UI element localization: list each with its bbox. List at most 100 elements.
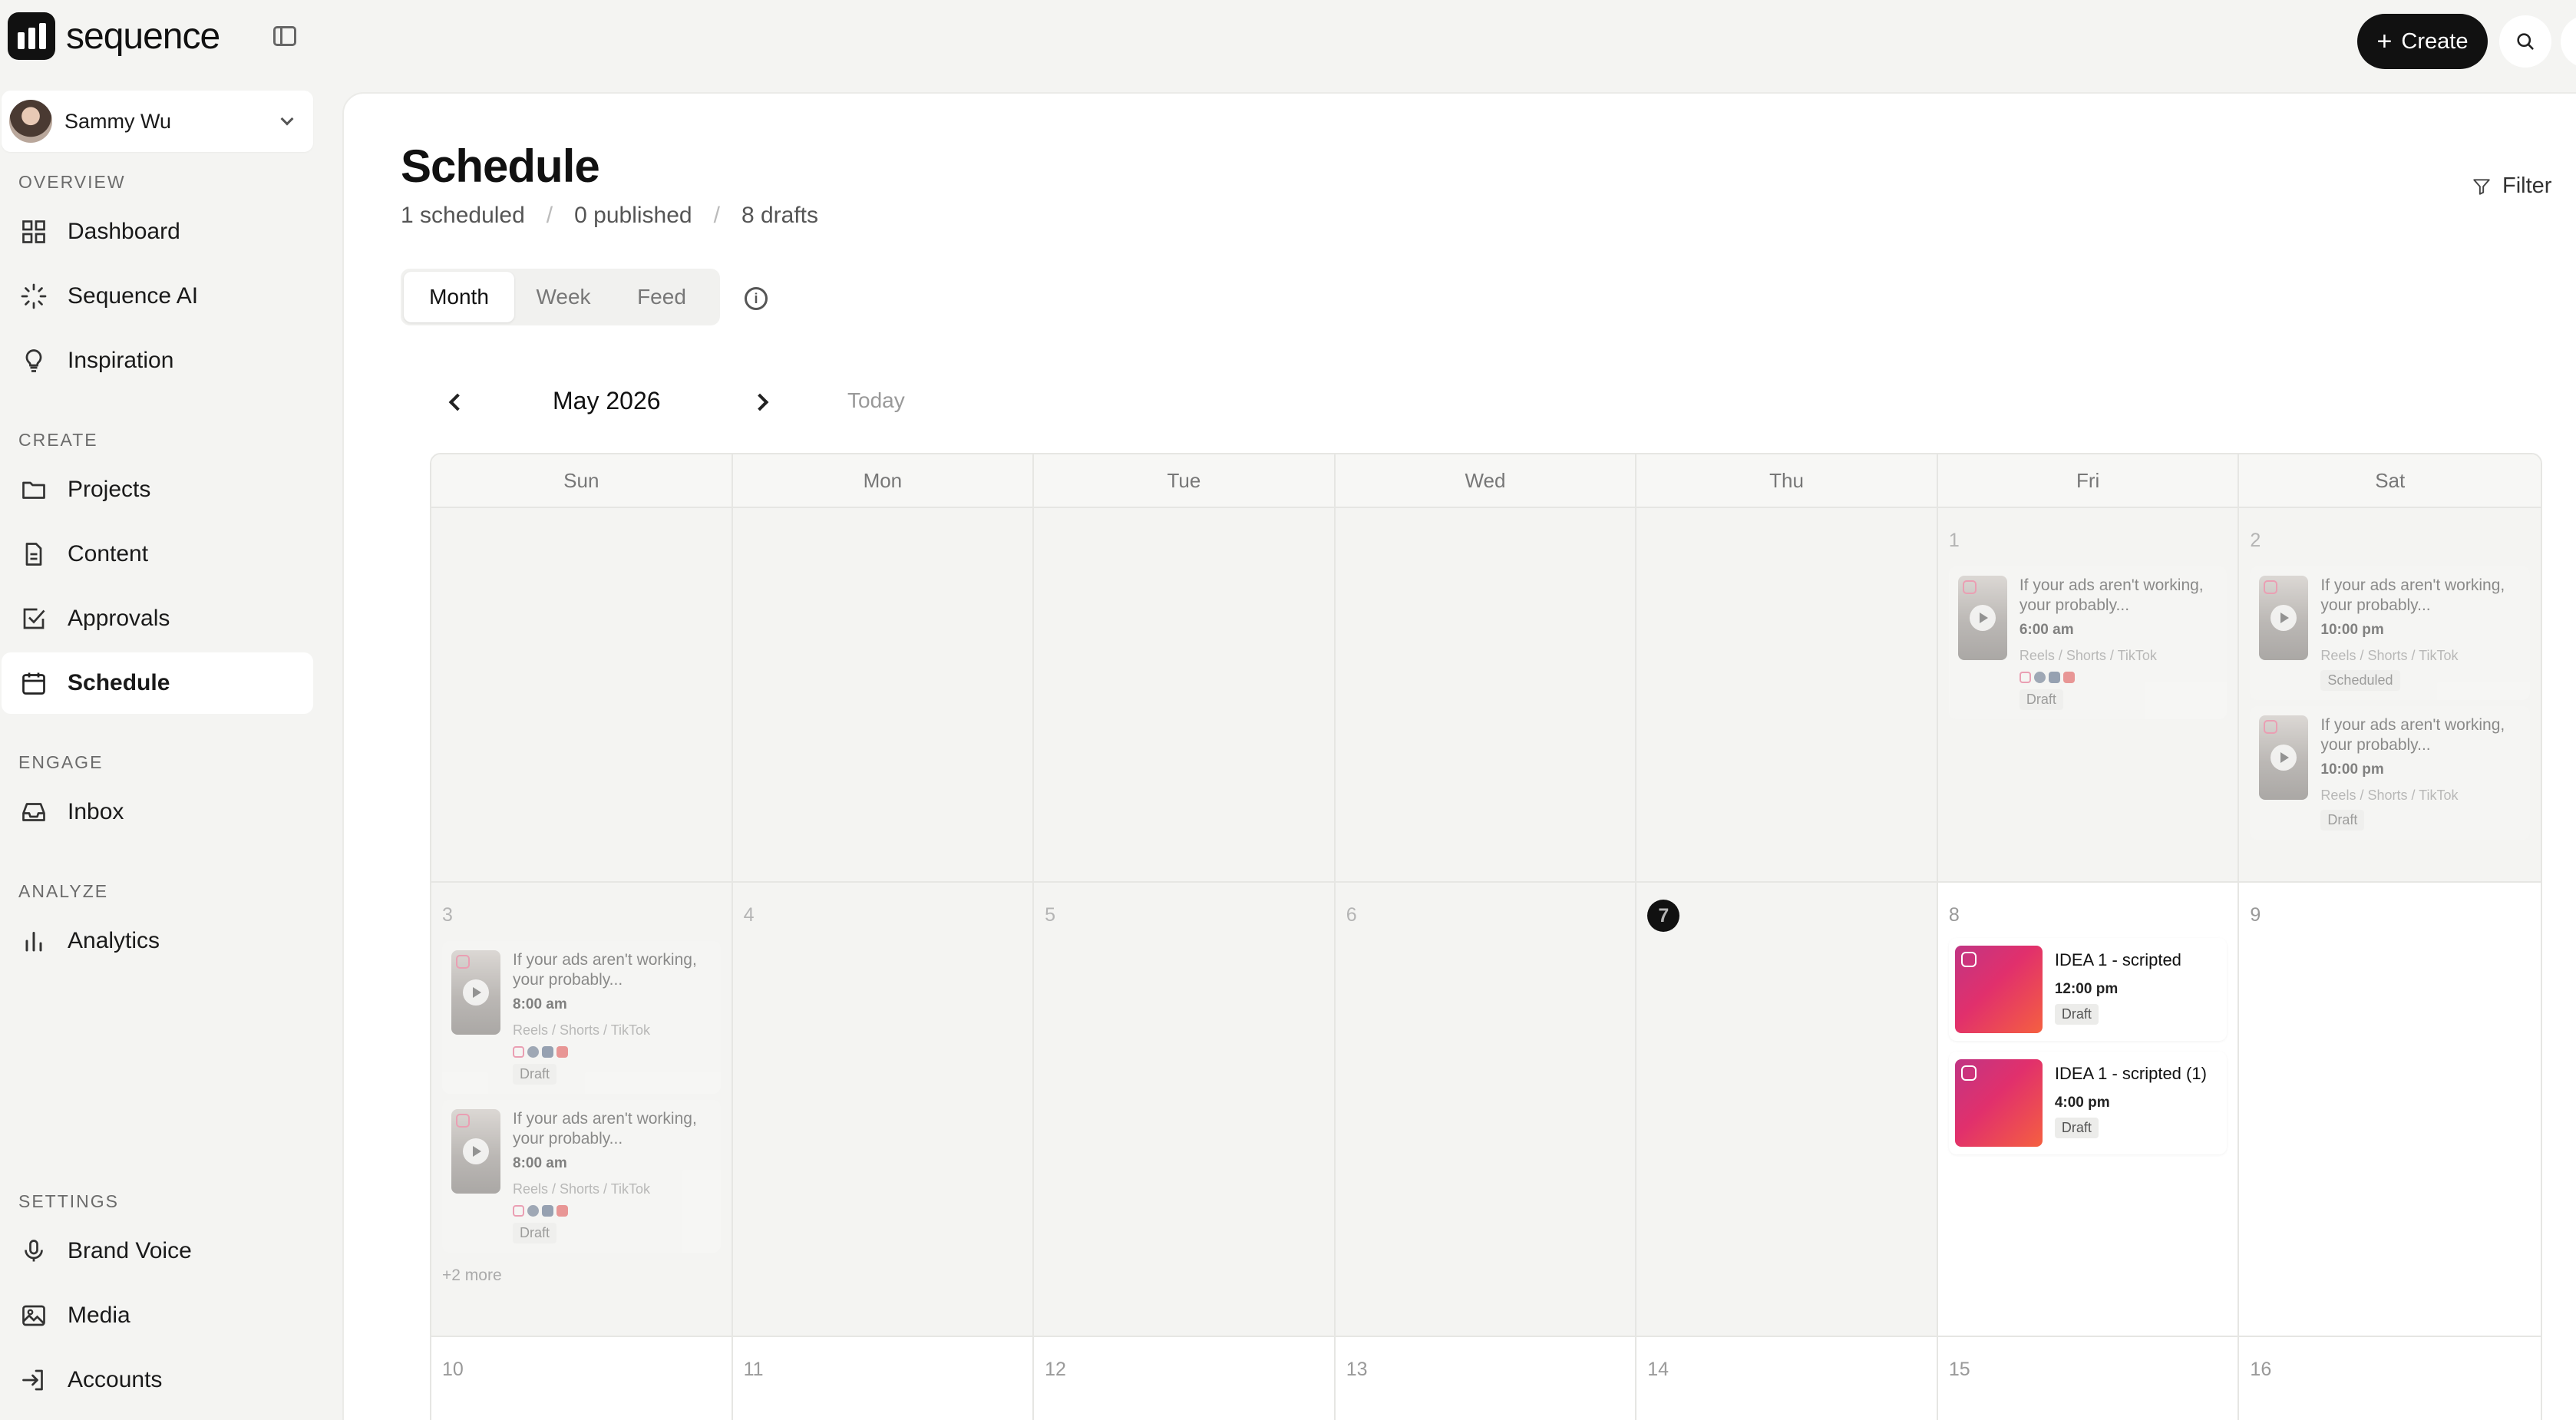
idea-thumbnail xyxy=(1954,1059,2043,1147)
stats-divider: / xyxy=(713,203,720,228)
calendar-day[interactable]: 1 If your ads aren't working, your proba… xyxy=(1937,508,2240,881)
prev-month-icon[interactable] xyxy=(448,393,467,411)
calendar-day[interactable]: 9 xyxy=(2239,883,2541,1336)
idea-title: IDEA 1 - scripted (1) xyxy=(2054,1064,2207,1083)
sidebar-item-schedule[interactable]: Schedule xyxy=(2,652,313,714)
sidebar-item-projects[interactable]: Projects xyxy=(2,459,313,520)
post-title: If your ads aren't working, your probabl… xyxy=(2320,716,2505,754)
sidebar-item-inbox[interactable]: Inbox xyxy=(2,781,313,843)
post-card[interactable]: If your ads aren't working, your probabl… xyxy=(442,1100,721,1253)
sidebar-item-brand-voice[interactable]: Brand Voice xyxy=(2,1220,313,1282)
calendar-day[interactable]: 12 xyxy=(1034,1337,1336,1420)
youtube-icon xyxy=(2062,672,2075,683)
play-icon xyxy=(2271,605,2297,631)
checkbox-icon xyxy=(23,608,45,629)
app-logo[interactable]: sequence xyxy=(8,12,220,60)
post-title: If your ads aren't working, your probabl… xyxy=(2320,576,2505,614)
day-number: 4 xyxy=(743,904,755,926)
tab-week[interactable]: Week xyxy=(514,272,613,322)
create-button[interactable]: + Create xyxy=(2357,14,2488,69)
video-thumbnail xyxy=(451,950,500,1035)
today-button[interactable]: Today xyxy=(847,388,905,413)
sidebar-item-label: Sequence AI xyxy=(68,283,199,309)
post-card[interactable]: If your ads aren't working, your probabl… xyxy=(2250,566,2530,700)
post-card[interactable]: If your ads aren't working, your probabl… xyxy=(1948,566,2228,719)
post-card[interactable]: If your ads aren't working, your probabl… xyxy=(442,941,721,1094)
weekday-label: Wed xyxy=(1336,454,1637,507)
sidebar-item-label: Schedule xyxy=(68,670,170,695)
tab-month[interactable]: Month xyxy=(404,272,514,322)
search-button[interactable] xyxy=(2499,15,2551,68)
idea-card[interactable]: IDEA 1 - scripted (1) 4:00 pm Draft xyxy=(1948,1052,2228,1154)
status-badge: Draft xyxy=(513,1064,557,1085)
sidebar-item-approvals[interactable]: Approvals xyxy=(2,588,313,649)
calendar-day-empty xyxy=(1034,508,1336,881)
calendar-day[interactable]: 11 xyxy=(733,1337,1035,1420)
sidebar-item-content[interactable]: Content xyxy=(2,523,313,585)
month-label: May 2026 xyxy=(553,387,661,414)
post-types: Reels / Shorts / TikTok xyxy=(2320,788,2459,803)
document-icon xyxy=(25,543,42,566)
calendar-day[interactable]: 8 IDEA 1 - scripted 12:00 pm Draft IDEA … xyxy=(1938,883,2240,1336)
youtube-icon xyxy=(556,1205,568,1217)
sidebar-item-label: Media xyxy=(68,1303,130,1328)
status-badge: Draft xyxy=(2054,1118,2099,1138)
grid-icon xyxy=(22,220,45,243)
instagram-icon xyxy=(456,1114,470,1128)
more-posts-link[interactable]: +2 more xyxy=(442,1266,721,1285)
calendar-day[interactable]: 2 If your ads aren't working, your proba… xyxy=(2239,508,2541,881)
sidebar-item-inspiration[interactable]: Inspiration xyxy=(2,330,313,391)
user-switcher[interactable]: Sammy Wu xyxy=(2,91,313,152)
sidebar-item-label: Content xyxy=(68,541,149,566)
sidebar-item-label: Brand Voice xyxy=(68,1238,192,1263)
inbox-icon xyxy=(22,803,45,821)
calendar-day[interactable]: 3 If your ads aren't working, your proba… xyxy=(431,883,733,1336)
sidebar-item-dashboard[interactable]: Dashboard xyxy=(2,201,313,263)
day-number: 6 xyxy=(1346,904,1357,926)
calendar-day[interactable]: 6 xyxy=(1335,883,1637,1336)
calendar-day[interactable]: 13 xyxy=(1336,1337,1637,1420)
post-card[interactable]: If your ads aren't working, your probabl… xyxy=(2250,706,2530,840)
calendar-day[interactable]: 4 xyxy=(732,883,1035,1336)
filter-button[interactable]: Filter xyxy=(2472,173,2551,199)
folder-icon xyxy=(22,481,45,499)
status-badge: Draft xyxy=(2320,810,2365,831)
sidebar-item-label: Dashboard xyxy=(68,219,180,244)
status-badge: Draft xyxy=(2019,689,2063,710)
calendar-day[interactable]: 14 xyxy=(1636,1337,1938,1420)
network-icons xyxy=(2019,672,2218,683)
video-thumbnail xyxy=(2259,715,2309,800)
sidebar-item-media[interactable]: Media xyxy=(2,1285,313,1346)
image-icon xyxy=(22,1305,45,1326)
linkedin-icon xyxy=(2048,672,2060,683)
scheduled-count: 1 scheduled xyxy=(401,203,525,228)
linkedin-icon xyxy=(542,1046,553,1058)
info-icon[interactable]: i xyxy=(745,287,768,310)
status-badge: Draft xyxy=(2054,1004,2099,1025)
facebook-icon xyxy=(527,1205,539,1217)
next-month-icon[interactable] xyxy=(751,393,769,411)
published-count: 0 published xyxy=(574,203,692,228)
calendar-day[interactable]: 5 xyxy=(1034,883,1336,1336)
sidebar-item-accounts[interactable]: Accounts xyxy=(2,1349,313,1411)
post-types: Reels / Shorts / TikTok xyxy=(513,1181,651,1197)
more-button[interactable] xyxy=(2561,15,2576,68)
day-number: 1 xyxy=(1948,530,1960,551)
calendar-day[interactable]: 15 xyxy=(1938,1337,2240,1420)
calendar-day-empty xyxy=(1335,508,1637,881)
calendar-day[interactable]: 16 xyxy=(2239,1337,2541,1420)
facebook-icon xyxy=(527,1046,539,1058)
calendar-day-today[interactable]: 7 xyxy=(1636,883,1938,1336)
calendar-day-empty xyxy=(1636,508,1938,881)
tab-feed[interactable]: Feed xyxy=(613,272,711,322)
sidebar-item-analytics[interactable]: Analytics xyxy=(2,910,313,972)
sidebar-toggle-icon[interactable] xyxy=(273,26,296,46)
calendar-day[interactable]: 10 xyxy=(431,1337,733,1420)
sidebar-item-sequence-ai[interactable]: Sequence AI xyxy=(2,266,313,327)
idea-card[interactable]: IDEA 1 - scripted 12:00 pm Draft xyxy=(1948,938,2228,1041)
instagram-icon xyxy=(1960,1065,1977,1081)
filter-label: Filter xyxy=(2502,173,2552,198)
sidebar-item-label: Analytics xyxy=(68,928,160,953)
day-number: 10 xyxy=(442,1359,464,1380)
post-time: 6:00 am xyxy=(2019,622,2074,638)
